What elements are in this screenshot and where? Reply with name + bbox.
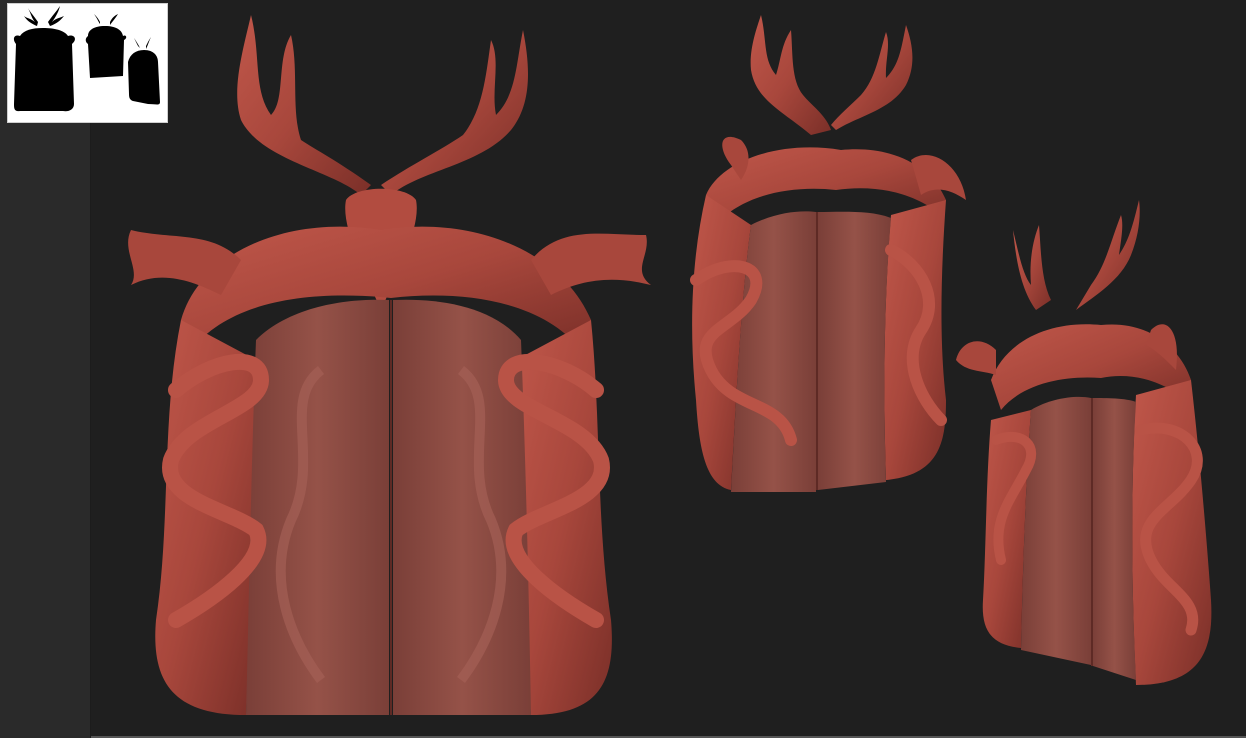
antler-left-3 — [1013, 225, 1051, 310]
door-right-panel-3 — [1093, 398, 1136, 680]
sculpt-app-window — [0, 0, 1246, 738]
thumbnail-canvas — [13, 6, 160, 112]
doorway-sculpt-front[interactable] — [128, 15, 651, 715]
antler-left — [237, 15, 371, 195]
antler-right-2 — [831, 25, 913, 130]
dragon-head-left — [128, 230, 241, 295]
door-left-panel — [246, 299, 389, 715]
door-right-panel-2 — [818, 211, 891, 490]
doorway-sculpt-side[interactable] — [956, 200, 1212, 685]
silhouette-thumbnail[interactable] — [7, 3, 168, 123]
antler-left-2 — [750, 15, 831, 135]
3d-viewport[interactable] — [91, 0, 1246, 738]
dragon-head-left-3 — [956, 341, 996, 375]
viewport-canvas[interactable] — [91, 0, 1246, 738]
antler-right — [381, 30, 528, 195]
doorway-silhouette-medium — [85, 14, 127, 78]
door-left-panel-3 — [1021, 396, 1091, 665]
doorway-sculpt-angled[interactable] — [690, 15, 966, 492]
dragon-head-right — [531, 233, 651, 295]
antler-right-3 — [1076, 200, 1140, 310]
doorway-silhouette-small — [128, 37, 160, 105]
doorway-silhouette-large — [13, 6, 75, 112]
